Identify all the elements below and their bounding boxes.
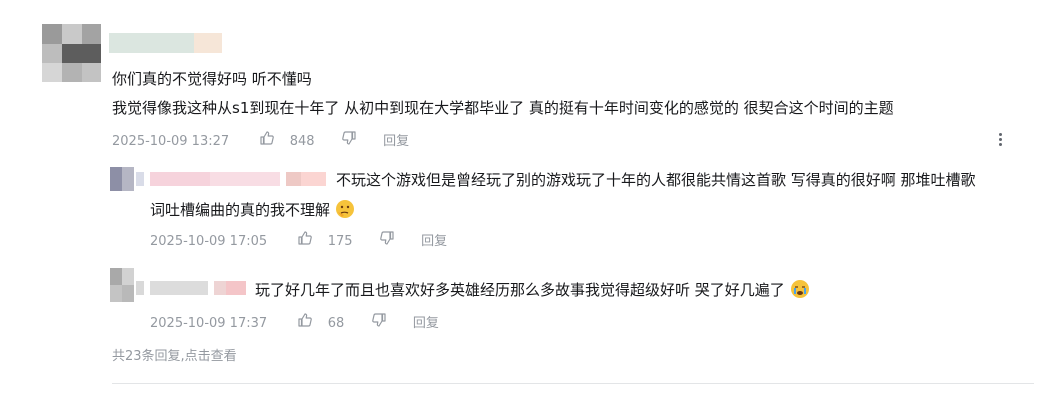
avatar[interactable] <box>42 24 101 82</box>
divider <box>112 383 1034 384</box>
username[interactable] <box>109 33 222 53</box>
dislike-icon[interactable] <box>379 230 395 253</box>
view-replies-link[interactable]: 共23条回复,点击查看 <box>112 345 237 364</box>
reply-button[interactable]: 回复 <box>421 232 447 252</box>
like-icon[interactable] <box>297 230 313 253</box>
like-count: 175 <box>327 233 353 249</box>
comment-time: 2025-10-09 13:27 <box>112 133 230 149</box>
dislike-icon[interactable] <box>341 130 357 153</box>
reply-text-wrap: 玩了好几年了而且也喜欢好多英雄经历那么多故事我觉得超级好听 哭了好几遍了 <box>255 278 810 302</box>
reply-time: 2025-10-09 17:37 <box>150 315 268 331</box>
like-count: 68 <box>327 315 345 331</box>
reply-meta: 2025-10-09 17:37 68 回复 <box>150 312 439 332</box>
more-icon[interactable] <box>995 131 1005 149</box>
comment-meta: 2025-10-09 13:27 848 回复 <box>112 130 409 150</box>
reply-meta: 2025-10-09 17:05 175 回复 <box>150 230 447 250</box>
dislike-icon[interactable] <box>371 312 387 335</box>
reply-text-line-2: 词吐槽编曲的真的我不理解 <box>150 201 331 219</box>
reply-button[interactable]: 回复 <box>383 132 409 152</box>
like-icon[interactable] <box>259 130 275 153</box>
comment-text-line-2: 我觉得像我这种从s1到现在十年了 从初中到现在大学都毕业了 真的挺有十年时间变化… <box>112 99 894 117</box>
reply-username[interactable] <box>136 281 246 295</box>
like-icon[interactable] <box>297 312 313 335</box>
crying-face-icon <box>790 279 810 299</box>
reply-avatar[interactable] <box>110 268 134 302</box>
comment-text-line-1: 你们真的不觉得好吗 听不懂吗 <box>112 70 312 88</box>
reply-button[interactable]: 回复 <box>413 314 439 334</box>
reply-avatar[interactable] <box>110 167 134 191</box>
reply-time: 2025-10-09 17:05 <box>150 233 268 249</box>
reply-text-line-1: 不玩这个游戏但是曾经玩了别的游戏玩了十年的人都很能共情这首歌 写得真的很好啊 那… <box>336 171 976 189</box>
reply-username[interactable] <box>136 172 326 186</box>
like-count: 848 <box>289 133 315 149</box>
reply-text-line-2-wrap: 词吐槽编曲的真的我不理解 <box>150 198 355 222</box>
thinking-face-icon <box>335 199 355 219</box>
reply-text-line-1: 玩了好几年了而且也喜欢好多英雄经历那么多故事我觉得超级好听 哭了好几遍了 <box>255 281 785 299</box>
